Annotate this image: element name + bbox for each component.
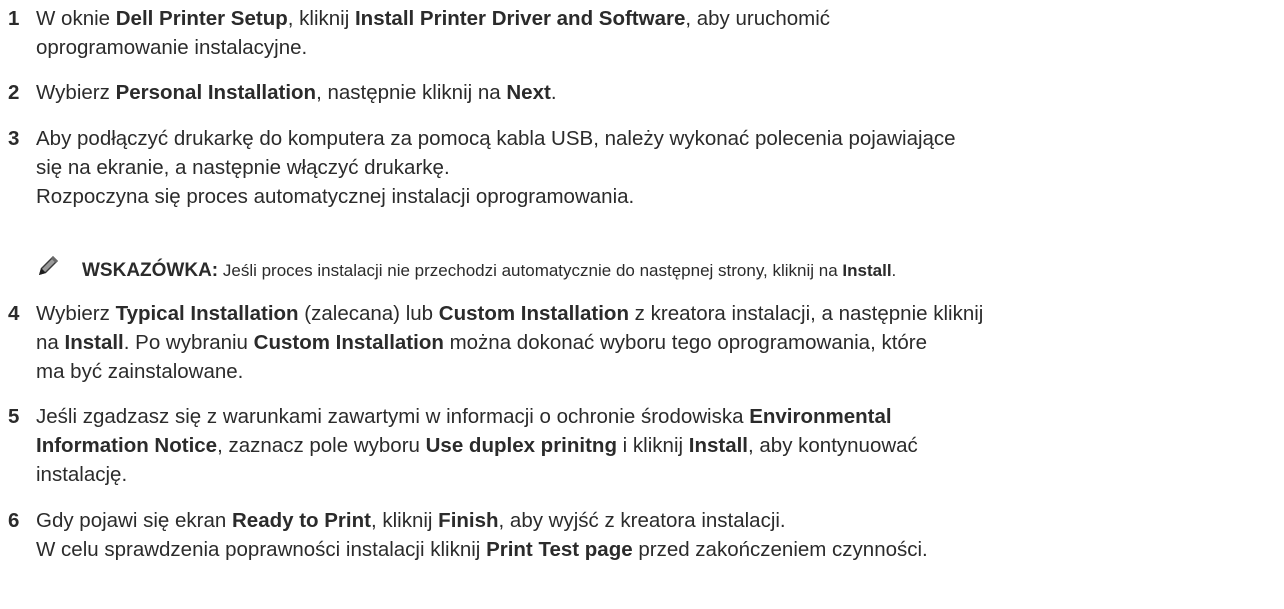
- text-run: Wybierz: [36, 81, 116, 104]
- ui-term: Information Notice: [36, 434, 218, 457]
- text-run: przed zakończeniem czynności.: [632, 538, 928, 561]
- step-line: Rozpoczyna się proces automatycznej inst…: [36, 182, 1280, 211]
- ui-term: Ready to Print: [231, 509, 371, 532]
- step-line: Wybierz Personal Installation, następnie…: [36, 78, 1280, 107]
- text-run: .: [891, 261, 897, 280]
- pencil-note-icon: [36, 254, 60, 278]
- text-run: , kliknij: [370, 509, 439, 532]
- step-text: Gdy pojawi się ekran Ready to Print, kli…: [36, 506, 1280, 564]
- step-text: Jeśli zgadzasz się z warunkami zawartymi…: [36, 402, 1280, 489]
- step-line: ma być zainstalowane.: [36, 357, 1280, 386]
- text-run: Jeśli zgadzasz się z warunkami zawartymi…: [36, 405, 750, 428]
- text-run: , kliknij: [287, 7, 355, 30]
- text-run: ma być zainstalowane.: [36, 360, 244, 383]
- step-number: 3: [8, 127, 20, 150]
- step-line: Wybierz Typical Installation (zalecana) …: [36, 299, 1280, 328]
- step-line: Gdy pojawi się ekran Ready to Print, kli…: [36, 506, 1280, 535]
- step-line: W celu sprawdzenia poprawności instalacj…: [36, 535, 1280, 564]
- step-line: na Install. Po wybraniu Custom Installat…: [36, 328, 1280, 357]
- ui-term: Custom Installation: [438, 302, 629, 325]
- text-run: , aby kontynuować: [748, 434, 918, 457]
- step-text: Wybierz Typical Installation (zalecana) …: [36, 299, 1280, 386]
- step-line: instalację.: [36, 460, 1280, 489]
- step-line: się na ekranie, a następnie włączyć druk…: [36, 153, 1280, 182]
- step-text: Aby podłączyć drukarkę do komputera za p…: [36, 124, 1280, 211]
- text-run: Aby podłączyć drukarkę do komputera za p…: [36, 127, 956, 150]
- step-text: W oknie Dell Printer Setup, kliknij Inst…: [36, 4, 1280, 62]
- ui-term: Next: [506, 81, 551, 104]
- text-run: Rozpoczyna się proces automatycznej inst…: [36, 185, 635, 208]
- step-line: Jeśli zgadzasz się z warunkami zawartymi…: [36, 402, 1280, 431]
- step-number: 4: [8, 302, 20, 325]
- step-line: Information Notice, zaznacz pole wyboru …: [36, 431, 1280, 460]
- ui-term: Typical Installation: [115, 302, 299, 325]
- text-run: (zalecana) lub: [298, 302, 439, 325]
- text-run: instalację.: [36, 463, 128, 486]
- step-line: W oknie Dell Printer Setup, kliknij Inst…: [36, 4, 1280, 33]
- ui-term: Install: [842, 261, 892, 280]
- text-run: Jeśli proces instalacji nie przechodzi a…: [218, 261, 843, 280]
- text-run: , następnie kliknij na: [316, 81, 507, 104]
- text-run: , aby wyjść z kreatora instalacji.: [498, 509, 786, 532]
- text-run: się na ekranie, a następnie włączyć druk…: [36, 156, 450, 179]
- ui-term: Environmental: [749, 405, 892, 428]
- text-run: oprogramowanie instalacyjne.: [36, 36, 308, 59]
- text-run: na: [36, 331, 65, 354]
- text-run: Gdy pojawi się ekran: [36, 509, 232, 532]
- ui-term: Dell Printer Setup: [115, 7, 288, 30]
- text-run: . Po wybraniu: [123, 331, 254, 354]
- tip-text: WSKAZÓWKA: Jeśli proces instalacji nie p…: [82, 256, 896, 285]
- step-text: Wybierz Personal Installation, następnie…: [36, 78, 1280, 107]
- step-number: 2: [8, 81, 20, 104]
- step-line: Aby podłączyć drukarkę do komputera za p…: [36, 124, 1280, 153]
- text-run: , aby uruchomić: [685, 7, 831, 30]
- step-number: 6: [8, 509, 20, 532]
- ui-term: Personal Installation: [115, 81, 317, 104]
- ui-term: Print Test page: [486, 538, 633, 561]
- text-run: Wybierz: [36, 302, 116, 325]
- tip-note: WSKAZÓWKA: Jeśli proces instalacji nie p…: [36, 254, 1280, 283]
- step-number: 5: [8, 405, 20, 428]
- step-number: 1: [8, 7, 20, 30]
- ui-term: Use duplex prinitng: [425, 434, 617, 457]
- text-run: , zaznacz pole wyboru: [217, 434, 426, 457]
- tip-label: WSKAZÓWKA:: [82, 260, 219, 281]
- ui-term: Install: [64, 331, 124, 354]
- text-run: można dokonać wyboru tego oprogramowania…: [443, 331, 928, 354]
- text-run: .: [550, 81, 557, 104]
- ui-term: Install: [688, 434, 748, 457]
- text-run: i kliknij: [616, 434, 689, 457]
- ui-term: Custom Installation: [253, 331, 444, 354]
- text-run: W oknie: [36, 7, 116, 30]
- ui-term: Finish: [438, 509, 499, 532]
- ui-term: Install Printer Driver and Software: [354, 7, 686, 30]
- step-line: oprogramowanie instalacyjne.: [36, 33, 1280, 62]
- text-run: z kreatora instalacji, a następnie klikn…: [628, 302, 984, 325]
- text-run: W celu sprawdzenia poprawności instalacj…: [36, 538, 487, 561]
